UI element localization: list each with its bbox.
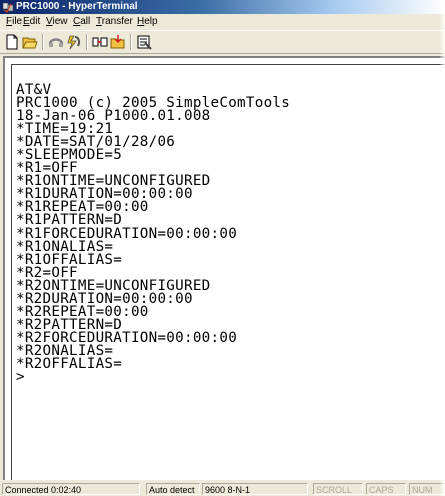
menu-call[interactable]: Call: [71, 15, 92, 29]
menu-edit-label: dit: [29, 16, 41, 27]
menu-help-label: elp: [144, 16, 158, 27]
menu-view[interactable]: View: [44, 15, 70, 29]
toolbar-separator: [42, 34, 44, 50]
menu-transfer[interactable]: Transfer: [94, 15, 135, 29]
menu-edit-mnemonic: E: [23, 16, 30, 27]
disconnect-icon[interactable]: [48, 34, 64, 50]
menu-view-label: iew: [52, 16, 68, 27]
title-bar[interactable]: PRC1000 - HyperTerminal: [0, 0, 445, 14]
send-icon[interactable]: [92, 34, 108, 50]
scroll-lock-indicator: SCROLL: [313, 483, 363, 495]
window-edge-shadow: [439, 0, 445, 496]
port-settings-status: 9600 8-N-1: [202, 483, 308, 495]
emulation-status: Auto detect: [146, 483, 200, 495]
hyperterminal-app-icon: [2, 2, 14, 13]
hyperterminal-window: PRC1000 - HyperTerminal File Edit View C…: [0, 0, 445, 496]
status-bar: Connected 0:02:40 Auto detect 9600 8-N-1…: [0, 482, 445, 496]
menu-call-label: all: [80, 16, 91, 27]
toolbar: [0, 30, 445, 54]
caps-lock-indicator: CAPS: [366, 483, 406, 495]
toolbar-separator: [86, 34, 88, 50]
terminal-line: *R2OFFALIAS=: [16, 355, 123, 372]
properties-icon[interactable]: [136, 34, 152, 50]
menu-transfer-label: ransfer: [101, 16, 133, 27]
terminal-output: AT&V PRC1000 (c) 2005 SimpleComTools 18-…: [16, 83, 290, 386]
dial-icon[interactable]: [66, 34, 82, 50]
menu-bar: File Edit View Call Transfer Help: [0, 15, 445, 29]
new-icon[interactable]: [4, 34, 20, 50]
connection-status: Connected 0:02:40: [2, 483, 140, 495]
receive-icon[interactable]: [110, 34, 126, 50]
open-icon[interactable]: [22, 34, 38, 50]
terminal-screen[interactable]: AT&V PRC1000 (c) 2005 SimpleComTools 18-…: [11, 64, 445, 480]
menu-edit[interactable]: Edit: [21, 15, 42, 29]
menu-help[interactable]: Help: [135, 15, 160, 29]
terminal-frame: AT&V PRC1000 (c) 2005 SimpleComTools 18-…: [3, 56, 445, 480]
window-title: PRC1000 - HyperTerminal: [16, 1, 138, 12]
terminal-line: >: [16, 369, 25, 386]
toolbar-separator: [130, 34, 132, 50]
